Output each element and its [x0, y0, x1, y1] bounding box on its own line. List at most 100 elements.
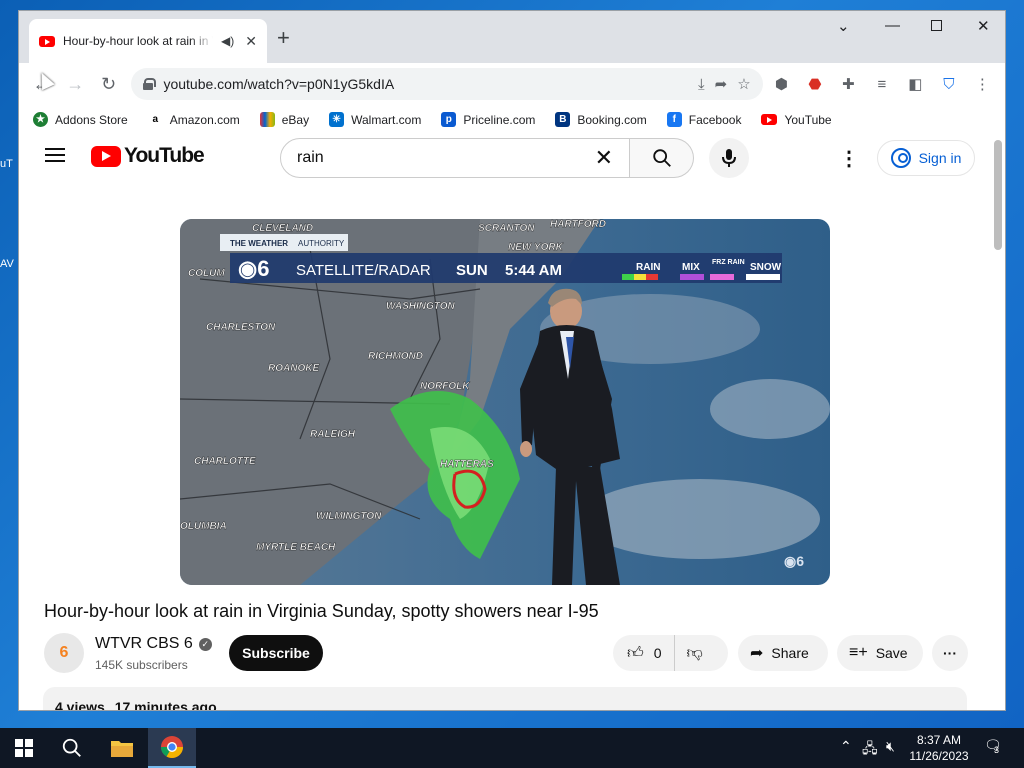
channel-avatar-text: 6	[59, 644, 69, 661]
network-icon[interactable]: 🖧︎	[862, 738, 878, 762]
save-label: Save	[875, 645, 908, 661]
search-query[interactable]: rain	[297, 149, 595, 167]
new-tab-button[interactable]: +	[277, 25, 290, 51]
close-window-icon[interactable]: ✕	[977, 17, 990, 35]
bookmark-label: Walmart.com	[351, 112, 422, 127]
more-actions-button[interactable]: ···	[932, 635, 968, 671]
lock-icon[interactable]	[143, 78, 157, 90]
bookmark-youtube[interactable]: YouTube	[761, 113, 832, 127]
youtube-icon	[761, 114, 778, 125]
url-text[interactable]: youtube.com/watch?v=p0N1yG5kdIA	[163, 76, 688, 92]
settings-more-icon[interactable]: ⋮	[839, 146, 859, 171]
bookmark-ebay[interactable]: eBay	[259, 112, 310, 127]
city-label: HATTERAS	[440, 459, 494, 470]
legend-rain: RAIN	[636, 262, 660, 273]
city-label: WILMINGTON	[316, 511, 382, 522]
volume-muted-icon[interactable]: 🔇︎	[886, 738, 895, 755]
maximize-icon[interactable]	[931, 20, 942, 31]
show-hidden-icons-icon[interactable]: ⌃	[840, 738, 852, 755]
legend-snow: SNOW	[750, 262, 782, 273]
tab-title: Hour-by-hour look at rain in Virginia Su…	[63, 34, 213, 48]
page-scrollbar[interactable]	[994, 140, 1002, 250]
channel-name[interactable]: WTVR CBS 6 ✓	[95, 635, 212, 653]
video-title: Hour-by-hour look at rain in Virginia Su…	[44, 601, 599, 621]
notifications-button[interactable]: 🗨︎ 3	[984, 737, 1002, 755]
verified-check-icon: ✓	[198, 637, 212, 651]
city-label: ROANOKE	[268, 363, 319, 374]
voice-search-button[interactable]	[709, 138, 749, 178]
desktop-icon-edge[interactable]: uT	[0, 158, 18, 180]
browser-toolbar: ← → ↻ youtube.com/watch?v=p0N1yG5kdIA ⤓ …	[19, 63, 1005, 105]
bookmark-walmart[interactable]: ✳ Walmart.com	[329, 112, 421, 127]
start-button[interactable]	[0, 728, 48, 768]
save-button[interactable]: ≡+ Save	[837, 635, 923, 671]
minimize-icon[interactable]: —	[885, 17, 900, 34]
share-page-icon[interactable]: ➦	[715, 75, 728, 93]
video-player[interactable]: THE WEATHER AUTHORITY ◉6 SATELLITE/RADAR…	[180, 219, 830, 585]
shield-icon[interactable]: ⛉	[934, 69, 963, 99]
bookmark-addons-store[interactable]: ★ Addons Store	[33, 112, 128, 127]
tab-search-icon[interactable]: ⌄	[837, 17, 850, 35]
channel-avatar[interactable]: 6	[44, 633, 84, 673]
clock[interactable]: 8:37 AM 11/26/2023	[906, 732, 972, 764]
youtube-favicon-icon	[39, 35, 55, 47]
forward-icon[interactable]: →	[60, 69, 89, 99]
windows-logo-icon	[15, 739, 33, 757]
install-icon[interactable]: ⤓	[698, 76, 705, 93]
bookmark-amazon[interactable]: a Amazon.com	[147, 112, 240, 127]
clear-search-icon[interactable]: ✕	[595, 145, 613, 171]
bookmark-booking[interactable]: B Booking.com	[555, 112, 647, 127]
desktop-icon-edge[interactable]: AV	[0, 258, 18, 280]
chrome-taskbar-button[interactable]	[148, 728, 196, 768]
speaker-icon[interactable]: ◀)	[221, 34, 234, 48]
reload-icon[interactable]: ↻	[94, 69, 123, 99]
address-bar[interactable]: youtube.com/watch?v=p0N1yG5kdIA ⤓ ➦ ☆	[131, 68, 763, 100]
sign-in-button[interactable]: Sign in	[877, 140, 975, 176]
notification-icon: 🗨︎	[984, 737, 1002, 753]
adblock-icon[interactable]: ⬣	[800, 69, 829, 99]
microphone-icon	[722, 149, 736, 167]
booking-icon: B	[555, 112, 571, 127]
share-button[interactable]: ➦ Share	[738, 635, 828, 671]
channel-name-text[interactable]: WTVR CBS 6	[95, 635, 193, 653]
city-label: NEW YORK	[508, 242, 564, 253]
extension-gear-icon[interactable]: ⬢	[767, 69, 796, 99]
bookmark-star-icon[interactable]: ☆	[737, 75, 750, 93]
description-box[interactable]: 4 views 17 minutes ago	[43, 687, 967, 710]
priceline-icon: p	[441, 112, 457, 127]
share-label: Share	[771, 645, 809, 661]
search-button[interactable]	[630, 138, 694, 178]
facebook-icon: f	[666, 112, 682, 127]
search-taskbar-button[interactable]	[48, 728, 96, 768]
menu-icon[interactable]	[45, 148, 65, 162]
dislike-button[interactable]: 👎︎	[675, 644, 715, 663]
close-tab-icon[interactable]: ✕	[245, 33, 257, 50]
search-input[interactable]: rain ✕	[280, 138, 630, 178]
city-label: CHARLESTON	[206, 322, 276, 333]
bookmark-label: eBay	[281, 112, 310, 127]
share-arrow-icon: ➦	[750, 645, 764, 662]
extensions-puzzle-icon[interactable]: ✚	[834, 69, 863, 99]
account-icon	[890, 148, 911, 168]
subscribe-button[interactable]: Subscribe	[229, 635, 323, 671]
youtube-logo-icon	[91, 145, 121, 167]
media-control-icon[interactable]: ≡	[867, 69, 896, 99]
bookmark-priceline[interactable]: p Priceline.com	[441, 112, 535, 127]
amazon-icon: a	[147, 112, 163, 127]
search-icon	[652, 149, 671, 167]
tab-active[interactable]: Hour-by-hour look at rain in Virginia Su…	[29, 19, 267, 63]
side-panel-icon[interactable]: ◧	[901, 69, 930, 99]
sign-in-label: Sign in	[918, 150, 962, 166]
addons-store-icon: ★	[33, 112, 48, 127]
browser-window: Hour-by-hour look at rain in Virginia Su…	[18, 10, 1006, 711]
city-label: WASHINGTON	[386, 301, 455, 312]
browser-menu-icon[interactable]: ⋮	[968, 69, 997, 99]
thumbs-up-icon: 👍︎	[627, 644, 644, 662]
ebay-icon	[259, 112, 275, 127]
file-explorer-button[interactable]	[98, 728, 146, 768]
chrome-icon	[161, 736, 183, 758]
bookmark-label: Priceline.com	[463, 112, 536, 127]
youtube-logo[interactable]: YouTube	[91, 144, 205, 168]
bookmark-facebook[interactable]: f Facebook	[666, 112, 741, 127]
like-button[interactable]: 👍︎ 0	[613, 635, 675, 671]
